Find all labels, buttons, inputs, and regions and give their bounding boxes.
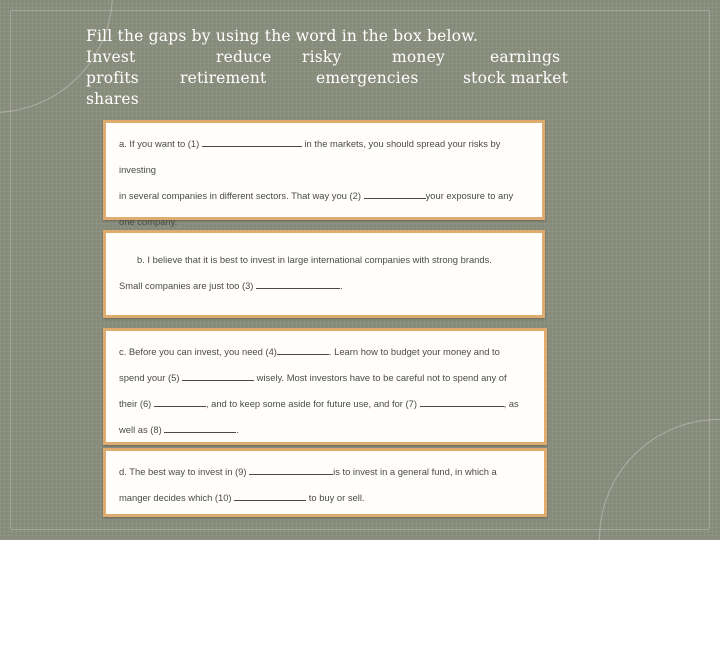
word-bank-row-3: shares bbox=[86, 89, 646, 110]
question-line: a. If you want to (1) in the markets, yo… bbox=[119, 131, 529, 183]
question-text: b. I believe that it is best to invest i… bbox=[137, 254, 492, 265]
word-bank-item: money bbox=[392, 48, 445, 66]
word-bank-item: retirement bbox=[180, 69, 267, 87]
question-text: to buy or sell. bbox=[308, 492, 365, 503]
answer-blank-10[interactable] bbox=[234, 492, 307, 501]
answer-blank-3[interactable] bbox=[256, 280, 341, 289]
question-text: your exposure to any bbox=[425, 190, 514, 201]
corner-arc-bottom-right-decoration bbox=[599, 419, 720, 650]
word-bank-item: reduce bbox=[216, 48, 272, 66]
question-text: manger decides which (10) bbox=[119, 492, 232, 503]
question-text: their (6) bbox=[119, 398, 152, 409]
question-line: c. Before you can invest, you need (4) . … bbox=[119, 339, 531, 365]
word-bank-row-1: Invest reduce risky money earnings bbox=[86, 47, 646, 68]
question-text: c. Before you can invest, you need (4) bbox=[119, 346, 277, 357]
question-text: in several companies in different sector… bbox=[119, 190, 361, 201]
answer-blank-2[interactable] bbox=[363, 190, 426, 199]
question-line: Small companies are just too (3) . bbox=[119, 273, 529, 299]
question-line: their (6) , and to keep some aside for f… bbox=[119, 391, 531, 417]
answer-blank-8[interactable] bbox=[164, 424, 237, 433]
answer-blank-5[interactable] bbox=[182, 372, 255, 381]
question-text: Small companies are just too (3) bbox=[119, 280, 254, 291]
question-text: spend your (5) bbox=[119, 372, 180, 383]
answer-box-a[interactable]: a. If you want to (1) in the markets, yo… bbox=[103, 120, 545, 227]
question-line: b. I believe that it is best to invest i… bbox=[119, 247, 529, 273]
answer-blank-1[interactable] bbox=[201, 138, 302, 147]
question-line: in several companies in different sector… bbox=[119, 183, 529, 209]
answer-blank-4[interactable] bbox=[276, 346, 329, 355]
question-line: spend your (5) wisely. Most investors ha… bbox=[119, 365, 531, 391]
question-text: well as (8) bbox=[119, 424, 162, 435]
answer-box-d[interactable]: d. The best way to invest in (9) is to i… bbox=[103, 448, 547, 517]
question-text: is to invest in a general fund, in which… bbox=[333, 466, 497, 477]
question-text-tail: , as bbox=[503, 398, 519, 409]
answer-box-c[interactable]: c. Before you can invest, you need (4) . … bbox=[103, 328, 547, 445]
question-text: . bbox=[340, 280, 343, 291]
question-line: d. The best way to invest in (9) is to i… bbox=[119, 459, 531, 485]
heading-block: Fill the gaps by using the word in the b… bbox=[86, 26, 646, 110]
question-text: . bbox=[236, 424, 239, 435]
word-bank-item: earnings bbox=[490, 48, 561, 66]
question-line: well as (8) . bbox=[119, 417, 531, 443]
question-text: , and to keep some aside for future use,… bbox=[205, 398, 417, 409]
instruction-line: Fill the gaps by using the word in the b… bbox=[86, 27, 478, 45]
question-text: one company. bbox=[119, 216, 178, 227]
word-bank-item: stock market bbox=[463, 69, 569, 87]
question-text: . Learn how to budget your money and to bbox=[328, 346, 500, 357]
word-bank-item: profits bbox=[86, 69, 139, 87]
word-bank-item: Invest bbox=[86, 48, 136, 66]
word-bank-row-2: profits retirement emergencies stock market bbox=[86, 68, 646, 89]
word-bank-item: risky bbox=[302, 48, 342, 66]
question-text: a. If you want to (1) bbox=[119, 138, 200, 149]
word-bank-item: emergencies bbox=[316, 69, 419, 87]
question-text: wisely. Most investors have to be carefu… bbox=[256, 372, 507, 383]
question-text: d. The best way to invest in (9) bbox=[119, 466, 247, 477]
answer-blank-7[interactable] bbox=[419, 398, 504, 407]
question-line: manger decides which (10) to buy or sell… bbox=[119, 485, 531, 511]
word-bank-item: shares bbox=[86, 90, 139, 108]
answer-blank-9[interactable] bbox=[249, 466, 334, 475]
answer-box-b[interactable]: b. I believe that it is best to invest i… bbox=[103, 230, 545, 318]
slide-canvas: Fill the gaps by using the word in the b… bbox=[0, 0, 720, 650]
answer-blank-6[interactable] bbox=[153, 398, 206, 407]
